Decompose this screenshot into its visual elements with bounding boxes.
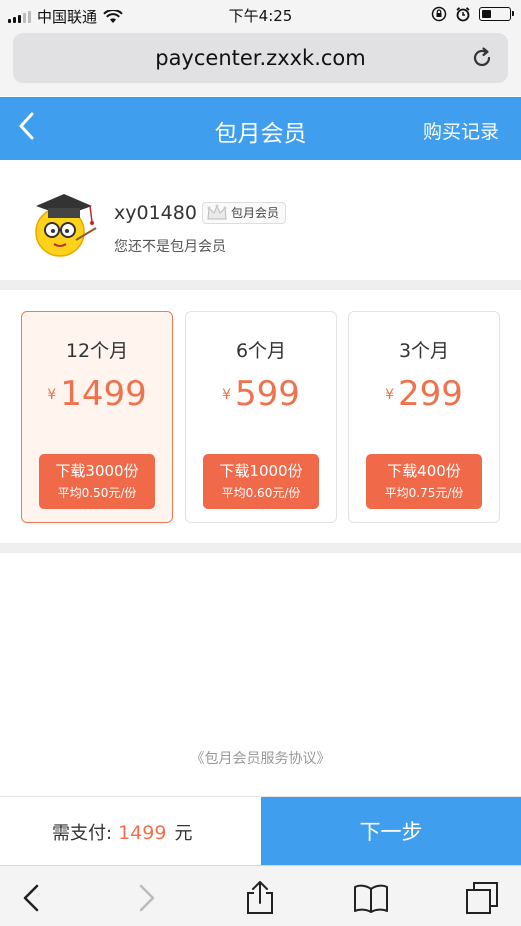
plan-period: 3个月: [398, 340, 450, 362]
currency-symbol: ¥: [47, 387, 57, 403]
alarm-icon: [456, 7, 470, 22]
tabs-icon[interactable]: [464, 880, 500, 916]
membership-status: 您还不是包月会员: [114, 239, 226, 255]
status-right: [431, 6, 514, 22]
section-divider: [0, 543, 521, 553]
pay-unit: 元: [174, 823, 193, 844]
user-panel: xy01480 包月会员 您还不是包月会员: [0, 160, 521, 280]
browser-toolbar: [0, 865, 521, 926]
section-divider: [0, 280, 521, 290]
lock-rotation-icon: [431, 6, 447, 22]
plan-price-value: 299: [398, 374, 463, 414]
purchase-history-link[interactable]: 购买记录: [423, 117, 499, 144]
plan-download-button[interactable]: 下载3000份 平均0.50元/份: [39, 454, 155, 509]
browser-address-area: paycenter.zxxk.com: [0, 30, 521, 96]
plan-card-3-months[interactable]: 3个月 ¥299 下载400份 平均0.75元/份: [348, 311, 500, 523]
pay-amount: 1499: [118, 822, 167, 844]
status-bar: 中国联通 下午4:25: [0, 0, 521, 30]
next-step-button[interactable]: 下一步: [261, 797, 521, 865]
address-bar[interactable]: paycenter.zxxk.com: [13, 33, 508, 83]
url-text: paycenter.zxxk.com: [155, 46, 366, 70]
plan-average: 平均0.60元/份: [221, 486, 301, 500]
plan-download-button[interactable]: 下载400份 平均0.75元/份: [366, 454, 482, 509]
member-badge-label: 包月会员: [231, 206, 280, 220]
plan-price: ¥1499: [22, 374, 172, 414]
pay-label: 需支付:: [52, 823, 113, 844]
reload-icon[interactable]: [470, 46, 494, 70]
service-agreement-link[interactable]: 《包月会员服务协议》: [0, 748, 521, 768]
bookmarks-icon[interactable]: [353, 880, 389, 916]
plan-period: 12个月: [65, 340, 129, 362]
currency-symbol: ¥: [385, 387, 394, 403]
plan-average: 平均0.50元/份: [57, 486, 137, 500]
plan-price-value: 1499: [60, 374, 147, 414]
username: xy01480: [114, 202, 197, 224]
currency-symbol: ¥: [222, 387, 231, 403]
payment-summary: 需支付: 1499 元: [52, 819, 192, 845]
plan-price: ¥599: [186, 374, 336, 414]
plan-downloads: 下载1000份: [219, 462, 303, 480]
battery-icon: [479, 7, 514, 21]
crown-icon: [207, 204, 227, 220]
plan-downloads: 下载3000份: [55, 462, 139, 480]
member-badge: 包月会员: [202, 202, 287, 224]
plan-list: 12个月 ¥1499 下载3000份 平均0.50元/份 6个月 ¥599 下载…: [0, 290, 521, 543]
plan-card-6-months[interactable]: 6个月 ¥599 下载1000份 平均0.60元/份: [185, 311, 337, 523]
page-header: 包月会员 购买记录: [0, 97, 521, 160]
plan-average: 平均0.75元/份: [384, 486, 464, 500]
avatar-scholar-icon: [35, 194, 97, 257]
browser-back-icon[interactable]: [14, 880, 50, 916]
browser-forward-icon[interactable]: [128, 880, 164, 916]
share-icon[interactable]: [242, 880, 278, 916]
payment-bar: 需支付: 1499 元 下一步: [0, 796, 521, 865]
plan-download-button[interactable]: 下载1000份 平均0.60元/份: [203, 454, 319, 509]
plan-downloads: 下载400份: [387, 462, 461, 480]
plan-period: 6个月: [235, 340, 287, 362]
plan-price: ¥299: [349, 374, 499, 414]
plan-card-12-months[interactable]: 12个月 ¥1499 下载3000份 平均0.50元/份: [21, 311, 173, 523]
plan-price-value: 599: [235, 374, 300, 414]
